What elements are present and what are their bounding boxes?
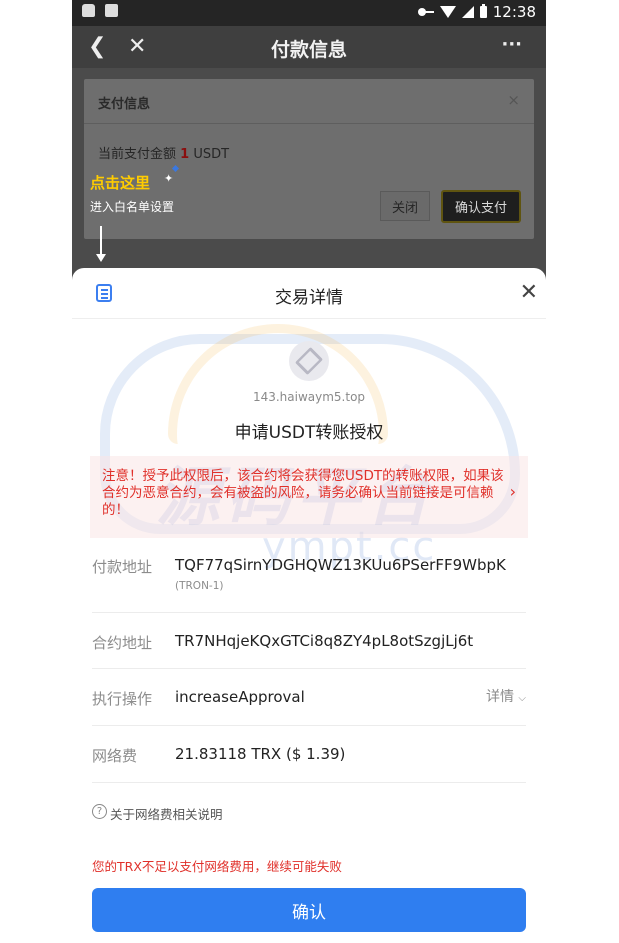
transaction-detail-sheet: 交易详情 ✕ 源码平台 ympt.cc 143.haiwaym5.top 申请U…	[72, 268, 546, 943]
confirm-payment-button[interactable]: 确认支付	[441, 190, 521, 223]
row-label: 合约地址	[92, 634, 153, 652]
amount-value: 1	[180, 147, 190, 162]
status-time: 12:38	[492, 3, 536, 21]
sheet-title: 交易详情	[275, 288, 343, 308]
status-left-icons	[82, 4, 118, 17]
row-label: 网络费	[92, 747, 138, 765]
image-icon	[105, 4, 118, 17]
battery-icon	[479, 4, 487, 18]
detail-label: 详情	[485, 689, 514, 705]
amount-prefix: 当前支付金额	[98, 147, 177, 162]
row-contract-address: 合约地址 TR7NHqjeKQxGTCi8q8ZY4pL8otSzgjLj6t	[92, 612, 526, 669]
sparkle-icon: ✦	[164, 172, 174, 185]
divider	[84, 123, 534, 124]
payer-address-value: TQF77qSirnYDGHQWZ13KUu6PSerFF9WbpK	[175, 556, 506, 574]
annotation-click-here: 点击这里	[90, 174, 151, 192]
row-label: 付款地址	[92, 558, 153, 576]
top-navbar: ❮ ✕ 付款信息 ···	[72, 26, 546, 68]
annotation-whitelist-hint: 进入白名单设置	[90, 200, 175, 214]
layers-icon	[294, 346, 324, 376]
payment-info-card: 支付信息 × 当前支付金额 1 USDT 关闭 确认支付	[84, 79, 534, 239]
sheet-header: 交易详情 ✕	[72, 268, 546, 319]
row-label: 执行操作	[92, 690, 153, 708]
chevron-right-icon: ›	[509, 482, 516, 501]
dapp-logo	[289, 341, 329, 381]
question-circle-icon[interactable]: ?	[92, 804, 107, 819]
operation-value: increaseApproval	[175, 688, 305, 706]
payment-card-close-icon[interactable]: ×	[507, 91, 520, 109]
authorization-heading: 申请USDT转账授权	[234, 423, 384, 443]
network-fee-value: 21.83118 TRX ($ 1.39)	[175, 745, 346, 763]
contract-address-value: TR7NHqjeKQxGTCi8q8ZY4pL8otSzgjLj6t	[175, 632, 474, 650]
row-network-fee: 网络费 21.83118 TRX ($ 1.39)	[92, 725, 526, 783]
sheet-close-icon[interactable]: ✕	[520, 280, 538, 305]
confirm-button[interactable]: 确认	[92, 888, 526, 932]
row-payer-address: 付款地址 TQF77qSirnYDGHQWZ13KUu6PSerFF9WbpK …	[92, 544, 526, 613]
phone-screen: 12:38 ❮ ✕ 付款信息 ··· 支付信息 × 当前支付金额 1 USDT …	[72, 0, 546, 943]
amount-unit: USDT	[193, 147, 230, 162]
signal-icon	[461, 6, 474, 18]
risk-warning-text: 注意！授予此权限后，该合约将会获得您USDT的转账权限，如果该合约为恶意合约，会…	[102, 468, 504, 518]
status-right-icons: 12:38	[417, 3, 536, 21]
insufficient-fee-warning: 您的TRX不足以支付网络费用，继续可能失败	[92, 859, 342, 874]
key-icon	[417, 8, 434, 16]
payment-card-title: 支付信息	[98, 97, 151, 112]
status-bar: 12:38	[72, 0, 546, 26]
operation-detail-link[interactable]: 详情 ⌵	[486, 686, 526, 706]
payer-network: (TRON-1)	[175, 580, 224, 592]
wifi-icon	[439, 6, 456, 18]
network-fee-help-link[interactable]: 关于网络费相关说明	[110, 804, 223, 823]
site-domain: 143.haiwaym5.top	[252, 390, 366, 404]
more-menu-button[interactable]: ···	[501, 34, 522, 55]
risk-warning-box[interactable]: 注意！授予此权限后，该合约将会获得您USDT的转账权限，如果该合约为恶意合约，会…	[90, 456, 528, 538]
payment-amount: 当前支付金额 1 USDT	[98, 143, 229, 162]
chevron-down-icon: ⌵	[518, 693, 526, 704]
payment-close-button[interactable]: 关闭	[380, 191, 430, 221]
down-arrow-head-icon	[96, 254, 106, 262]
row-operation: 执行操作 increaseApproval 详情 ⌵	[92, 668, 526, 726]
cat-icon	[82, 4, 95, 17]
page-title: 付款信息	[270, 39, 347, 61]
